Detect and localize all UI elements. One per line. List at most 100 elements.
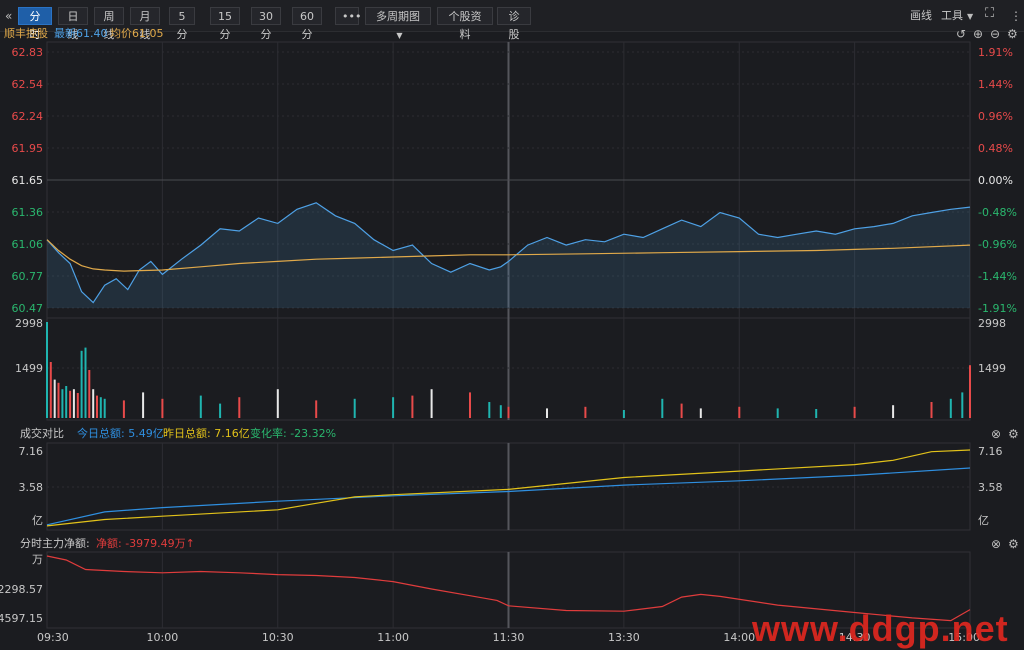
flow-unit: 万 — [32, 553, 43, 566]
volume-bar — [46, 322, 48, 418]
vol-tick-mid: 1499 — [15, 362, 43, 375]
y-left-tick-2: 62.24 — [12, 110, 44, 123]
x-tick-2: 10:30 — [262, 631, 294, 644]
fullscreen-icon[interactable]: ⛶ — [985, 7, 994, 21]
x-tick-0: 09:30 — [37, 631, 69, 644]
volume-bar — [315, 400, 318, 418]
diagnose-button[interactable]: 诊股 — [497, 7, 531, 41]
double-chevron-left-icon[interactable]: « — [5, 9, 12, 23]
volume-bar — [65, 386, 68, 418]
cmp-unit-right: 亿 — [978, 514, 989, 527]
price-line — [46, 202, 971, 304]
volume-bar — [488, 402, 491, 418]
tab-0[interactable]: 分时 — [18, 7, 52, 41]
arrow-up-icon: ↑ — [185, 537, 195, 550]
y-right-tick-3: 0.48% — [978, 142, 1013, 155]
stock-name: 顺丰控股 — [4, 27, 48, 40]
undo-icon[interactable]: ↺ — [956, 27, 966, 41]
x-tick-3: 11:00 — [377, 631, 409, 644]
change-rate: 变化率: -23.32% — [250, 427, 337, 440]
draw-line-button[interactable]: 画线 — [910, 7, 932, 25]
y-left-tick-6: 61.06 — [12, 238, 44, 251]
volume-bar — [392, 397, 395, 418]
x-tick-5: 13:30 — [608, 631, 640, 644]
volume-bar — [969, 365, 971, 418]
volume-bar — [142, 392, 145, 418]
tab-5[interactable]: 15分 — [210, 7, 240, 41]
net-amount-label: 净额: -3979.49万 — [96, 537, 186, 550]
tab-3[interactable]: 月线 — [130, 7, 160, 41]
cmp-tick-top: 7.16 — [19, 445, 44, 458]
flow-tick-2: -4597.15 — [0, 612, 43, 625]
volume-bar — [622, 410, 625, 418]
volume-bar — [661, 398, 664, 418]
vol-tick-mid-right: 1499 — [978, 362, 1006, 375]
y-right-tick-2: 0.96% — [978, 110, 1013, 123]
volume-bar — [219, 403, 222, 418]
zoom-out-icon[interactable]: ⊖ — [990, 27, 1000, 41]
tab-1[interactable]: 日线 — [58, 7, 88, 41]
volume-bar — [72, 389, 75, 418]
volume-bar — [99, 397, 102, 418]
close-icon[interactable]: ⊗ — [991, 537, 1001, 551]
zoom-in-icon[interactable]: ⊕ — [973, 27, 983, 41]
y-left-tick-0: 62.83 — [12, 46, 44, 59]
net-amount: 净额: -3979.49万↑ — [96, 537, 195, 551]
close-icon[interactable]: ⊗ — [991, 427, 1001, 441]
y-left-tick-4: 61.65 — [12, 174, 44, 187]
volume-bar — [961, 392, 964, 418]
y-left-tick-3: 61.95 — [12, 142, 44, 155]
panel-frame-1 — [46, 442, 971, 531]
settings-icon[interactable]: ⚙ — [1008, 427, 1019, 441]
panel-frame-0 — [46, 41, 971, 421]
average-price: 均价61.05 — [110, 27, 164, 40]
more-button[interactable]: ••• — [335, 7, 361, 25]
today-total-line — [46, 467, 971, 526]
flow-title: 分时主力净额: — [20, 537, 90, 550]
volume-bar — [815, 409, 818, 418]
y-right-tick-4: 0.00% — [978, 174, 1013, 187]
settings-icon[interactable]: ⚙ — [1007, 27, 1018, 41]
avg-price-line — [46, 239, 971, 272]
volume-bar — [411, 395, 414, 418]
volume-bar — [507, 406, 510, 418]
flow-tick-1: -2298.57 — [0, 583, 43, 596]
volume-bar — [57, 382, 60, 418]
multi-period-label: 多周期图 — [376, 10, 420, 23]
settings-icon[interactable]: ⚙ — [1008, 537, 1019, 551]
volume-bar — [80, 350, 83, 418]
stock-info-button[interactable]: 个股资料 — [437, 7, 493, 41]
more-vertical-icon[interactable]: ⋮ — [1010, 9, 1022, 23]
y-right-tick-7: -1.44% — [978, 270, 1017, 283]
volume-bar — [930, 402, 933, 418]
volume-bar — [949, 398, 952, 418]
volume-bar — [680, 403, 683, 418]
y-right-tick-6: -0.96% — [978, 238, 1017, 251]
price-area-fill — [47, 202, 970, 308]
tools-button[interactable]: 工具 — [941, 7, 963, 25]
y-left-tick-5: 61.36 — [12, 206, 44, 219]
x-tick-1: 10:00 — [147, 631, 179, 644]
tab-7[interactable]: 60分 — [292, 7, 322, 41]
volume-bar — [49, 362, 52, 418]
y-left-tick-8: 60.47 — [12, 302, 44, 315]
volume-bar — [69, 390, 72, 418]
volume-bar — [499, 405, 502, 418]
watermark: www.ddgp.net — [752, 608, 1009, 649]
tab-4[interactable]: 5分 — [169, 7, 195, 41]
vol-tick-top-right: 2998 — [978, 317, 1006, 330]
tab-2[interactable]: 周线 — [94, 7, 124, 41]
volume-bar — [699, 408, 702, 418]
caret-down-icon[interactable]: ▼ — [967, 10, 973, 24]
multi-period-dropdown[interactable]: 多周期图 ▼ — [365, 7, 431, 40]
yesterday-total: 昨日总额: 7.16亿 — [163, 427, 250, 440]
y-right-tick-8: -1.91% — [978, 302, 1017, 315]
y-right-tick-0: 1.91% — [978, 46, 1013, 59]
y-left-tick-1: 62.54 — [12, 78, 44, 91]
tab-6[interactable]: 30分 — [251, 7, 281, 41]
today-total: 今日总额: 5.49亿 — [77, 427, 164, 440]
volume-bar — [469, 392, 471, 418]
volume-bar — [738, 406, 741, 418]
y-right-tick-5: -0.48% — [978, 206, 1017, 219]
volume-bar — [84, 347, 87, 418]
